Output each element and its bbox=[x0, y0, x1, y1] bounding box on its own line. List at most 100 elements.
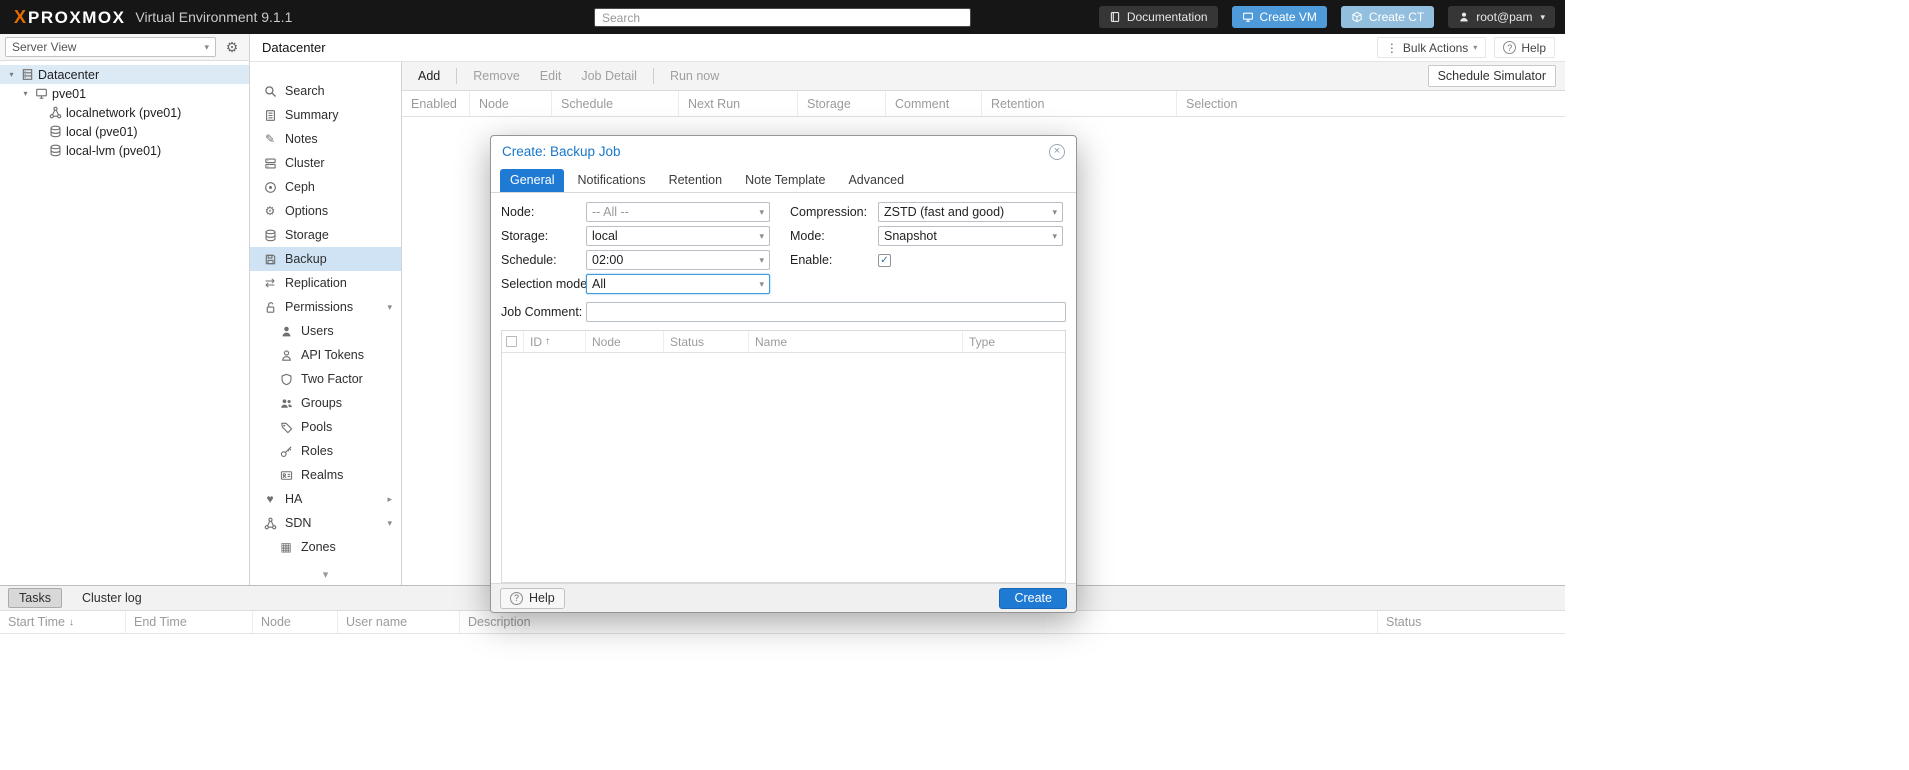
tab-general[interactable]: General bbox=[500, 169, 565, 192]
column-header-name[interactable]: Name bbox=[749, 331, 963, 352]
column-header-enabled[interactable]: Enabled bbox=[402, 91, 470, 116]
toolbar-separator bbox=[456, 68, 458, 84]
user-menu-button[interactable]: root@pam ▾ bbox=[1448, 6, 1555, 28]
storage-select[interactable]: local ▾ bbox=[586, 226, 770, 246]
menu-item-roles[interactable]: Roles bbox=[250, 439, 401, 463]
global-search-input[interactable] bbox=[594, 8, 971, 27]
job-detail-button[interactable]: Job Detail bbox=[572, 65, 646, 87]
menu-item-groups[interactable]: Groups bbox=[250, 391, 401, 415]
selection-mode-select[interactable]: All ▾ bbox=[586, 274, 770, 294]
expander-icon[interactable]: ▾ bbox=[6, 70, 17, 79]
tab-retention[interactable]: Retention bbox=[659, 169, 733, 192]
chevron-down-icon[interactable]: ▾ bbox=[387, 302, 392, 313]
tree-item-datacenter[interactable]: ▾ Datacenter bbox=[0, 65, 249, 84]
create-button[interactable]: Create bbox=[999, 587, 1067, 609]
menu-item-permissions[interactable]: Permissions ▾ bbox=[250, 295, 401, 319]
column-header-node[interactable]: Node bbox=[470, 91, 552, 116]
expander-icon[interactable]: ▾ bbox=[20, 89, 31, 98]
tab-advanced[interactable]: Advanced bbox=[838, 169, 914, 192]
column-header-user-name[interactable]: User name bbox=[338, 611, 460, 633]
dialog-help-button[interactable]: ? Help bbox=[500, 587, 565, 609]
documentation-button[interactable]: Documentation bbox=[1098, 6, 1218, 28]
chevron-down-icon[interactable]: ▾ bbox=[387, 518, 392, 529]
menu-item-notes[interactable]: ✎ Notes bbox=[250, 127, 401, 151]
checkmark-icon: ✓ bbox=[880, 254, 889, 266]
job-comment-input[interactable] bbox=[586, 302, 1066, 322]
menu-item-two-factor[interactable]: Two Factor bbox=[250, 367, 401, 391]
mode-select[interactable]: Snapshot ▾ bbox=[878, 226, 1063, 246]
view-selector[interactable]: Server View ▾ bbox=[5, 37, 216, 57]
storage-label: Storage: bbox=[501, 229, 549, 243]
column-header-status[interactable]: Status bbox=[664, 331, 749, 352]
run-now-button[interactable]: Run now bbox=[661, 65, 728, 87]
enable-checkbox[interactable]: ✓ bbox=[878, 253, 891, 267]
menu-item-api-tokens[interactable]: API Tokens bbox=[250, 343, 401, 367]
column-header-status[interactable]: Status bbox=[1378, 611, 1565, 633]
node-select[interactable]: -- All -- ▾ bbox=[586, 202, 770, 222]
menu-item-summary[interactable]: Summary bbox=[250, 103, 401, 127]
menu-item-cluster[interactable]: Cluster bbox=[250, 151, 401, 175]
tab-tasks[interactable]: Tasks bbox=[8, 588, 62, 608]
menu-item-backup[interactable]: Backup bbox=[250, 247, 401, 271]
tree-item-local[interactable]: local (pve01) bbox=[0, 122, 249, 141]
menu-item-ceph[interactable]: Ceph bbox=[250, 175, 401, 199]
menu-item-search[interactable]: Search bbox=[250, 79, 401, 103]
dialog-footer: ? Help Create bbox=[491, 583, 1076, 612]
remove-button[interactable]: Remove bbox=[464, 65, 529, 87]
tab-note-template[interactable]: Note Template bbox=[735, 169, 835, 192]
column-header-selection[interactable]: Selection bbox=[1177, 91, 1565, 116]
bulk-actions-label: Bulk Actions bbox=[1402, 40, 1469, 55]
tree-item-local-lvm[interactable]: local-lvm (pve01) bbox=[0, 141, 249, 160]
menu-item-options[interactable]: ⚙ Options bbox=[250, 199, 401, 223]
column-header-description[interactable]: Description bbox=[460, 611, 1378, 633]
menu-item-pools[interactable]: Pools bbox=[250, 415, 401, 439]
cube-icon bbox=[1351, 11, 1363, 23]
caret-down-icon: ▾ bbox=[204, 41, 209, 52]
tree-item-pve01[interactable]: ▾ pve01 bbox=[0, 84, 249, 103]
tree-item-label: localnetwork (pve01) bbox=[66, 105, 182, 120]
column-header-start-time[interactable]: Start Time ↓ bbox=[0, 611, 126, 633]
menu-item-storage[interactable]: Storage bbox=[250, 223, 401, 247]
tab-notifications[interactable]: Notifications bbox=[567, 169, 655, 192]
column-header-schedule[interactable]: Schedule bbox=[552, 91, 679, 116]
menu-item-zones[interactable]: ▦ Zones bbox=[250, 535, 401, 559]
ceph-icon bbox=[263, 181, 277, 194]
chevron-right-icon[interactable]: ▸ bbox=[387, 494, 392, 505]
menu-item-ha[interactable]: ♥ HA ▸ bbox=[250, 487, 401, 511]
selection-mode-label: Selection mode: bbox=[501, 277, 591, 291]
compression-select[interactable]: ZSTD (fast and good) ▾ bbox=[878, 202, 1063, 222]
bulk-actions-button[interactable]: ⋮ Bulk Actions ▾ bbox=[1376, 37, 1487, 58]
column-header-node[interactable]: Node bbox=[586, 331, 664, 352]
select-all-checkbox[interactable] bbox=[506, 336, 517, 347]
add-button[interactable]: Add bbox=[409, 65, 449, 87]
menu-item-realms[interactable]: Realms bbox=[250, 463, 401, 487]
create-ct-button[interactable]: Create CT bbox=[1340, 6, 1435, 28]
menu-item-sdn[interactable]: SDN ▾ bbox=[250, 511, 401, 535]
edit-button[interactable]: Edit bbox=[531, 65, 571, 87]
tree-item-localnetwork[interactable]: localnetwork (pve01) bbox=[0, 103, 249, 122]
tab-cluster-log[interactable]: Cluster log bbox=[74, 589, 150, 607]
help-button[interactable]: ? Help bbox=[1494, 37, 1555, 58]
schedule-label: Schedule: bbox=[501, 253, 557, 267]
column-header-node[interactable]: Node bbox=[253, 611, 338, 633]
menu-item-replication[interactable]: ⇄ Replication bbox=[250, 271, 401, 295]
column-header-end-time[interactable]: End Time bbox=[126, 611, 253, 633]
column-header-next-run[interactable]: Next Run bbox=[679, 91, 798, 116]
menu-scroll-down-icon[interactable]: ▾ bbox=[250, 568, 401, 581]
jobs-toolbar: Add Remove Edit Job Detail Run now Sched… bbox=[402, 62, 1565, 91]
column-header-id[interactable]: ID ↑ bbox=[524, 331, 586, 352]
column-header-storage[interactable]: Storage bbox=[798, 91, 886, 116]
schedule-simulator-button[interactable]: Schedule Simulator bbox=[1427, 65, 1556, 87]
tree-view-bar: Server View ▾ ⚙ bbox=[0, 34, 249, 61]
column-header-type[interactable]: Type bbox=[963, 331, 1065, 352]
column-header-comment[interactable]: Comment bbox=[886, 91, 982, 116]
menu-item-users[interactable]: Users bbox=[250, 319, 401, 343]
proxmox-logo-text: PROXMOX bbox=[28, 7, 126, 27]
schedule-select[interactable]: 02:00 ▾ bbox=[586, 250, 770, 270]
create-vm-button[interactable]: Create VM bbox=[1231, 6, 1327, 28]
menu-item-label: Users bbox=[301, 324, 334, 338]
tree-settings-button[interactable]: ⚙ bbox=[220, 37, 244, 57]
menu-item-label: Cluster bbox=[285, 156, 325, 170]
close-button[interactable]: × bbox=[1049, 143, 1065, 160]
column-header-retention[interactable]: Retention bbox=[982, 91, 1177, 116]
